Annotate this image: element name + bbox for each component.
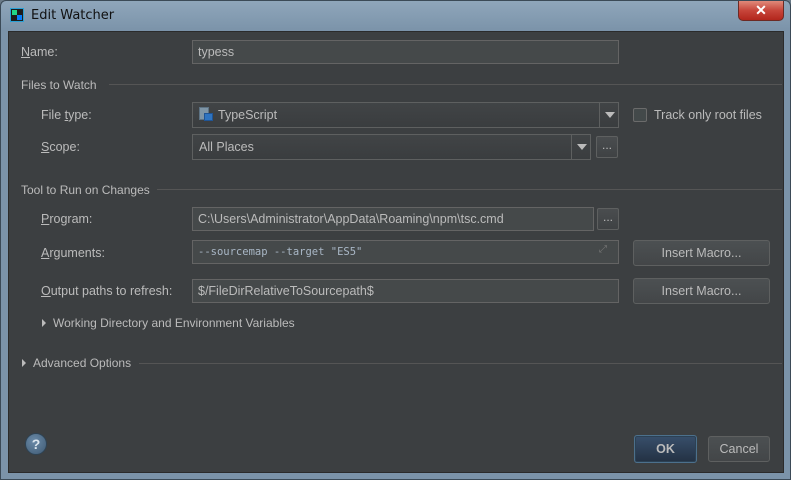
file-type-dropdown[interactable]: TypeScript [192, 102, 619, 128]
scope-browse-button[interactable]: ... [596, 136, 618, 158]
cancel-button[interactable]: Cancel [708, 436, 770, 462]
dialog-content: Name: typess Files to Watch File type: T… [8, 31, 784, 473]
track-only-root-files-checkbox[interactable] [633, 108, 647, 122]
ok-button[interactable]: OK [634, 435, 697, 463]
files-to-watch-separator [109, 84, 782, 85]
expand-arrow-icon[interactable] [22, 359, 26, 367]
output-paths-insert-macro-button[interactable]: Insert Macro... [633, 278, 770, 304]
expand-arrow-icon[interactable] [42, 319, 46, 327]
title-bar[interactable]: Edit Watcher ✕ [1, 1, 790, 31]
working-directory-toggle[interactable]: Working Directory and Environment Variab… [53, 316, 295, 330]
window-title: Edit Watcher [31, 8, 115, 23]
scope-label: Scope: [41, 140, 80, 154]
close-button[interactable]: ✕ [738, 1, 784, 21]
arguments-input[interactable]: --sourcemap --target "ES5" [192, 240, 619, 264]
output-paths-label: Output paths to refresh: [41, 284, 173, 298]
files-to-watch-section-title: Files to Watch [21, 78, 97, 92]
advanced-options-separator [139, 363, 782, 364]
chevron-down-icon[interactable] [571, 135, 590, 159]
program-input[interactable]: C:\Users\Administrator\AppData\Roaming\n… [192, 207, 594, 231]
file-type-label: File type: [41, 108, 92, 122]
tool-to-run-separator [157, 189, 782, 190]
program-label: Program: [41, 212, 93, 226]
output-paths-input[interactable]: $/FileDirRelativeToSourcepath$ [192, 279, 619, 303]
chevron-down-icon[interactable] [599, 103, 618, 127]
expand-arrows-icon[interactable]: ⤢ [599, 245, 609, 255]
name-label: Name: [21, 45, 58, 59]
arguments-label: Arguments: [41, 246, 105, 260]
scope-dropdown[interactable]: All Places [192, 134, 591, 160]
tool-to-run-section-title: Tool to Run on Changes [21, 183, 150, 197]
webstorm-app-icon [10, 8, 24, 22]
edit-watcher-dialog: Edit Watcher ✕ Name: typess Files to Wat… [0, 0, 791, 480]
typescript-file-icon [199, 107, 213, 121]
arguments-value: --sourcemap --target "ES5" [198, 246, 363, 258]
track-only-root-files-label[interactable]: Track only root files [654, 108, 762, 122]
file-type-value: TypeScript [218, 108, 278, 122]
help-icon[interactable]: ? [25, 433, 47, 455]
scope-value: All Places [199, 140, 254, 154]
program-browse-button[interactable]: ... [597, 208, 619, 230]
arguments-insert-macro-button[interactable]: Insert Macro... [633, 240, 770, 266]
advanced-options-toggle[interactable]: Advanced Options [33, 356, 131, 370]
name-input[interactable]: typess [192, 40, 619, 64]
